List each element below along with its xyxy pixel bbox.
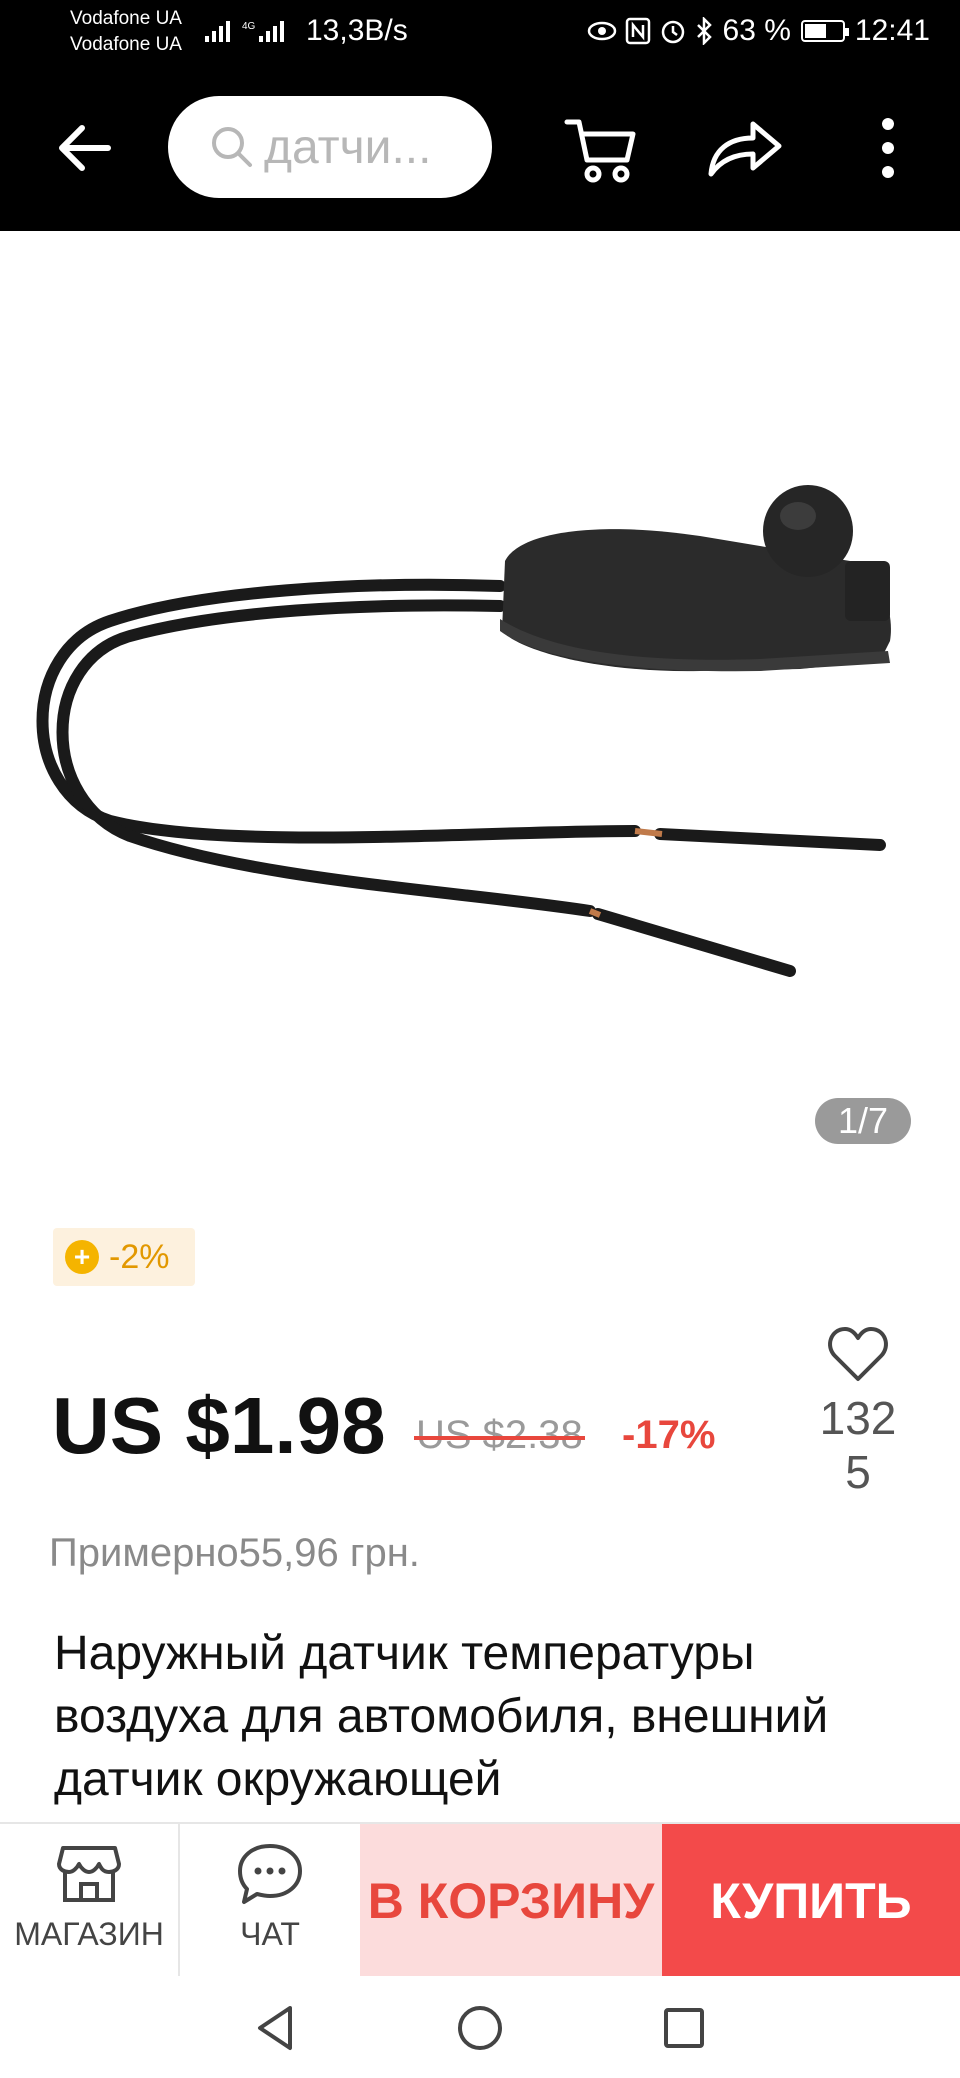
- store-icon: [57, 1846, 121, 1902]
- status-right: 63 % 12:41: [587, 14, 930, 48]
- chat-label: ЧАТ: [240, 1916, 300, 1952]
- bluetooth-icon: [696, 17, 712, 45]
- share-icon[interactable]: [703, 108, 783, 188]
- approx-local-price: Примерно55,96 грн.: [49, 1531, 420, 1575]
- wishlist-button[interactable]: 1325: [800, 1325, 916, 1499]
- alarm-icon: [661, 20, 684, 44]
- buy-now-button[interactable]: КУПИТЬ: [662, 1824, 960, 1978]
- heart-icon[interactable]: [827, 1325, 889, 1383]
- product-title: Наружный датчик температуры воздуха для …: [54, 1627, 829, 1806]
- system-navigation-bar: [0, 1976, 960, 2078]
- temperature-sensor-photo: [36, 485, 891, 977]
- carrier-info: Vodafone UA Vodafone UA: [70, 6, 182, 58]
- bottom-action-bar: МАГАЗИН ЧАТ В КОРЗИНУ КУПИТЬ: [0, 1822, 960, 1978]
- more-vertical-icon[interactable]: [860, 108, 916, 188]
- battery-percent: 63 %: [722, 14, 791, 47]
- search-input[interactable]: датчи...: [168, 96, 492, 198]
- current-price: US $1.98: [52, 1381, 386, 1470]
- chat-icon: [238, 1844, 302, 1904]
- nfc-icon: [625, 17, 650, 45]
- chat-button[interactable]: ЧАТ: [180, 1824, 360, 1978]
- carrier-2: Vodafone UA: [70, 34, 182, 55]
- battery-level: [804, 24, 827, 38]
- carrier-1: Vodafone UA: [70, 8, 182, 29]
- nav-recents-icon[interactable]: [658, 2002, 710, 2054]
- battery-icon: [800, 20, 849, 42]
- coin-discount-text: -2%: [109, 1237, 170, 1276]
- network-speed: 13,3В/s: [306, 14, 408, 47]
- store-button[interactable]: МАГАЗИН: [0, 1824, 180, 1978]
- svg-text:4G: 4G: [242, 21, 256, 32]
- search-icon: [212, 127, 252, 167]
- original-price: US $2.38: [414, 1413, 585, 1457]
- search-text: датчи...: [264, 120, 432, 174]
- cart-icon[interactable]: [561, 108, 641, 188]
- store-label: МАГАЗИН: [14, 1916, 164, 1952]
- discount-percent: -17%: [622, 1413, 716, 1457]
- product-image[interactable]: [0, 231, 960, 1171]
- eye-icon: [587, 21, 616, 41]
- coin-icon: +: [65, 1240, 99, 1274]
- nav-back-icon[interactable]: [250, 2002, 302, 2054]
- coin-discount-badge[interactable]: + -2%: [53, 1228, 195, 1286]
- wishlist-count: 1325: [819, 1392, 897, 1498]
- signal-icon: 4G: [205, 21, 284, 42]
- nav-home-icon[interactable]: [454, 2002, 506, 2054]
- back-arrow-icon[interactable]: [52, 116, 116, 180]
- top-nav-bar: датчи...: [0, 64, 960, 231]
- add-to-cart-button[interactable]: В КОРЗИНУ: [360, 1824, 662, 1978]
- clock: 12:41: [854, 14, 930, 47]
- status-bar: Vodafone UA Vodafone UA 4G 13,3В/s 63 % …: [0, 0, 960, 64]
- image-counter: 1/7: [815, 1098, 911, 1144]
